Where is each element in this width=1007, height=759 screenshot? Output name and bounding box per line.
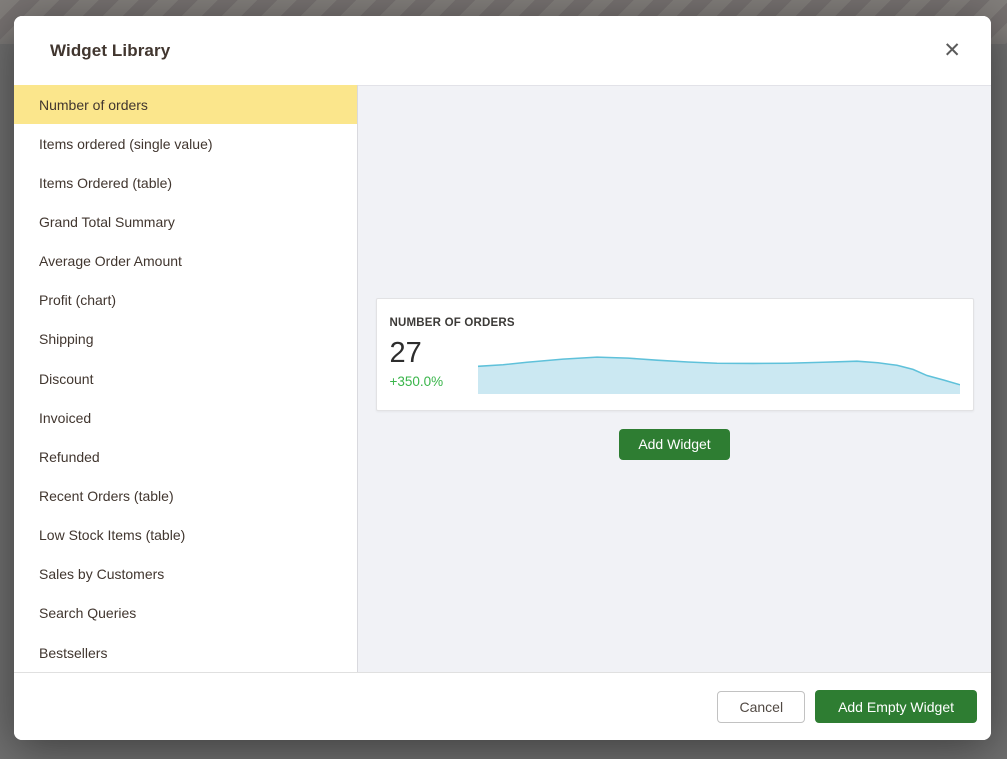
widget-list-item-label: Profit (chart) (39, 292, 116, 308)
widget-card-title: NUMBER OF ORDERS (390, 317, 515, 329)
widget-list-item-label: Discount (39, 371, 93, 387)
close-icon[interactable]: ✕ (935, 34, 969, 67)
widget-list-item[interactable]: Invoiced (14, 398, 357, 437)
widget-list-item-label: Sales by Customers (39, 566, 164, 582)
widget-list-item-label: Shipping (39, 331, 94, 347)
widget-list-item[interactable]: Items Ordered (table) (14, 163, 357, 202)
sparkline-chart (478, 353, 960, 394)
widget-list-item-label: Number of orders (39, 97, 148, 113)
add-empty-widget-button[interactable]: Add Empty Widget (815, 690, 977, 723)
widget-list-item[interactable]: Average Order Amount (14, 242, 357, 281)
widget-list-item[interactable]: Search Queries (14, 594, 357, 633)
widget-preview-panel: NUMBER OF ORDERS 27 +350.0% Add Widget (358, 85, 991, 672)
widget-list-item[interactable]: Discount (14, 359, 357, 398)
widget-list-item-label: Refunded (39, 449, 100, 465)
widget-list-item[interactable]: Items ordered (single value) (14, 124, 357, 163)
widget-list-item[interactable]: Profit (chart) (14, 281, 357, 320)
widget-list-item-label: Items Ordered (table) (39, 175, 172, 191)
modal-footer: Cancel Add Empty Widget (14, 672, 991, 740)
modal-title: Widget Library (50, 41, 170, 61)
add-widget-button[interactable]: Add Widget (619, 429, 729, 460)
widget-list-item-label: Bestsellers (39, 645, 107, 661)
widget-preview-card: NUMBER OF ORDERS 27 +350.0% (376, 298, 974, 411)
modal-body: Number of orders Items ordered (single va… (14, 85, 991, 672)
widget-list-item-label: Search Queries (39, 605, 136, 621)
widget-list-item[interactable]: Sales by Customers (14, 555, 357, 594)
widget-list-item-label: Low Stock Items (table) (39, 527, 185, 543)
widget-list-item-label: Items ordered (single value) (39, 136, 213, 152)
widget-list-item-label: Recent Orders (table) (39, 488, 174, 504)
widget-list-item-label: Average Order Amount (39, 253, 182, 269)
widget-list-item[interactable]: Bestsellers (14, 633, 357, 672)
widget-list-item[interactable]: Number of orders (14, 85, 357, 124)
widget-list: Number of orders Items ordered (single va… (14, 85, 358, 672)
modal-header: Widget Library ✕ (14, 16, 991, 85)
widget-list-item-label: Grand Total Summary (39, 214, 175, 230)
widget-list-item[interactable]: Refunded (14, 437, 357, 476)
widget-list-item[interactable]: Low Stock Items (table) (14, 516, 357, 555)
cancel-button[interactable]: Cancel (717, 691, 805, 723)
widget-list-item[interactable]: Grand Total Summary (14, 202, 357, 241)
widget-library-modal: Widget Library ✕ Number of orders Items o… (14, 16, 991, 740)
widget-list-item-label: Invoiced (39, 410, 91, 426)
widget-list-item[interactable]: Recent Orders (table) (14, 476, 357, 515)
widget-list-item[interactable]: Shipping (14, 320, 357, 359)
